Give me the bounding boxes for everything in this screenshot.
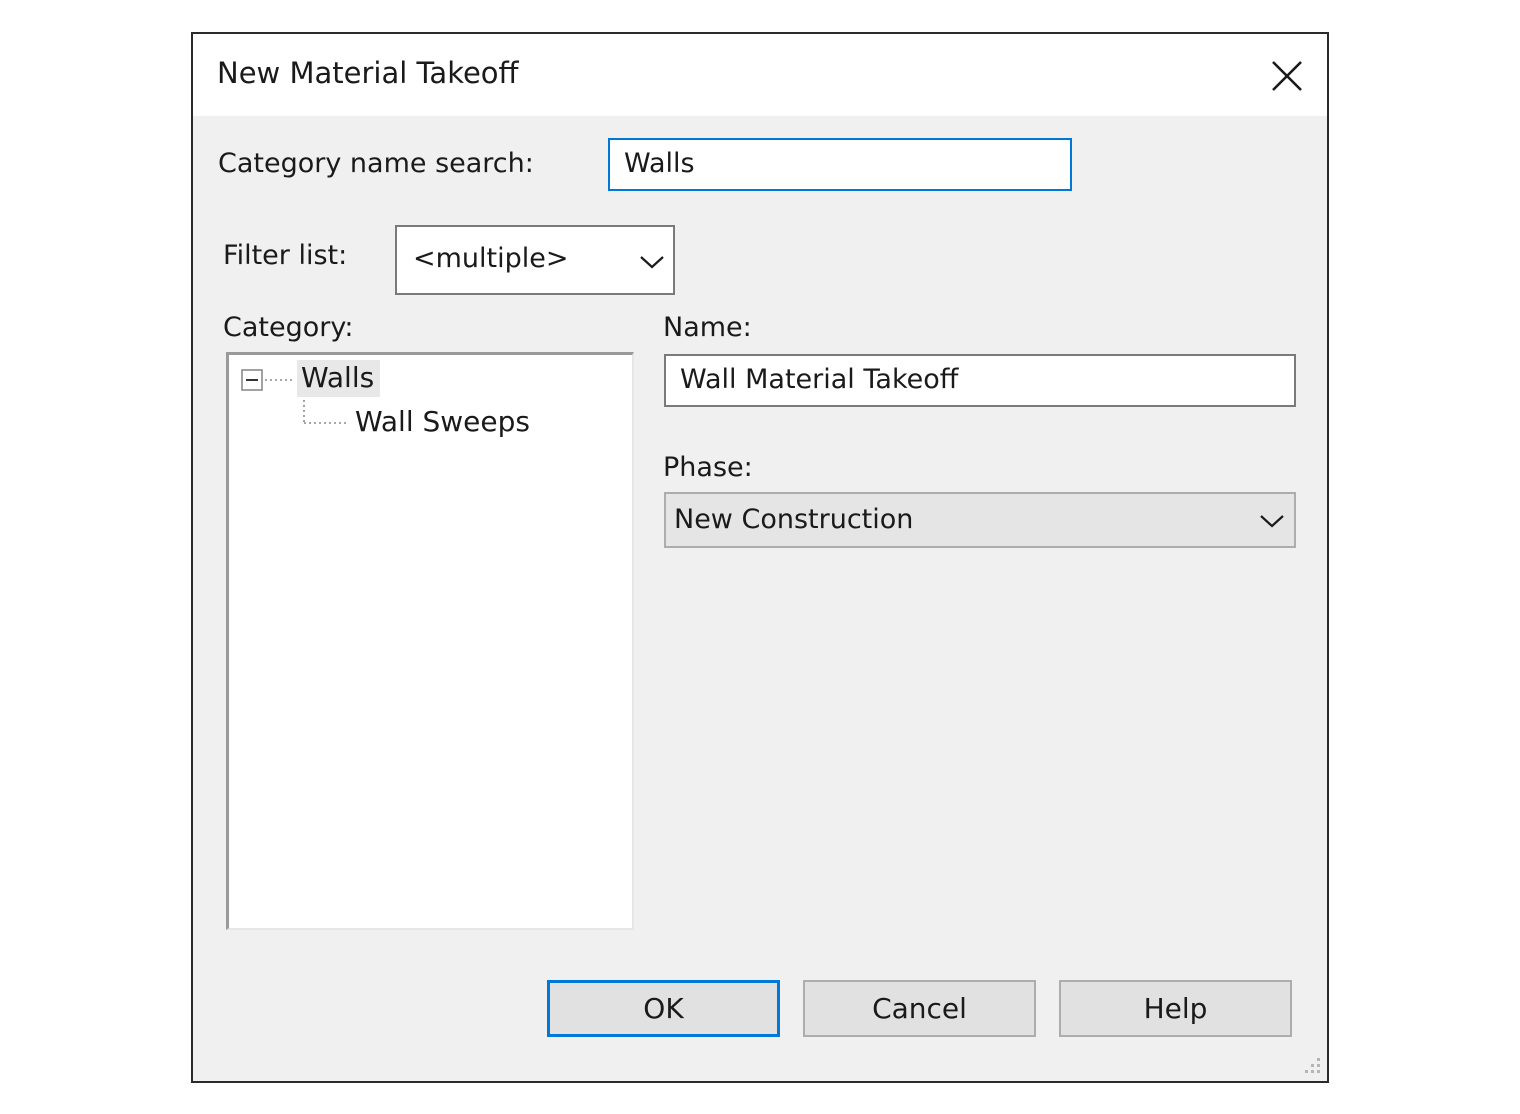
tree-item-wall-sweeps[interactable]: Wall Sweeps — [351, 404, 534, 441]
ok-button[interactable]: OK — [547, 980, 780, 1037]
new-material-takeoff-dialog: New Material Takeoff Category name searc… — [191, 32, 1329, 1083]
category-tree[interactable]: Walls Wall Sweeps — [226, 352, 634, 930]
cancel-button[interactable]: Cancel — [803, 980, 1036, 1037]
filter-list-dropdown[interactable]: <multiple> — [395, 225, 675, 295]
category-search-label: Category name search: — [218, 148, 534, 179]
dialog-title: New Material Takeoff — [217, 56, 519, 90]
close-icon — [1272, 61, 1302, 91]
filter-list-value: <multiple> — [413, 243, 569, 274]
help-button[interactable]: Help — [1059, 980, 1292, 1037]
chevron-down-icon — [640, 256, 664, 269]
collapse-minus-icon — [241, 369, 263, 391]
phase-label: Phase: — [663, 452, 753, 483]
resize-grip-icon[interactable] — [1301, 1054, 1323, 1076]
category-label: Category: — [223, 312, 354, 343]
tree-item-walls[interactable]: Walls — [297, 360, 381, 397]
name-label: Name: — [663, 312, 752, 343]
phase-dropdown[interactable]: New Construction — [664, 492, 1296, 548]
name-input[interactable]: Wall Material Takeoff — [664, 354, 1296, 407]
category-search-input[interactable]: Walls — [608, 138, 1072, 191]
phase-value: New Construction — [674, 504, 914, 535]
filter-list-label: Filter list: — [223, 240, 348, 271]
close-button[interactable] — [1265, 54, 1309, 98]
title-bar: New Material Takeoff — [193, 34, 1327, 116]
tree-collapse-toggle[interactable] — [241, 369, 263, 391]
chevron-down-icon — [1260, 515, 1284, 528]
